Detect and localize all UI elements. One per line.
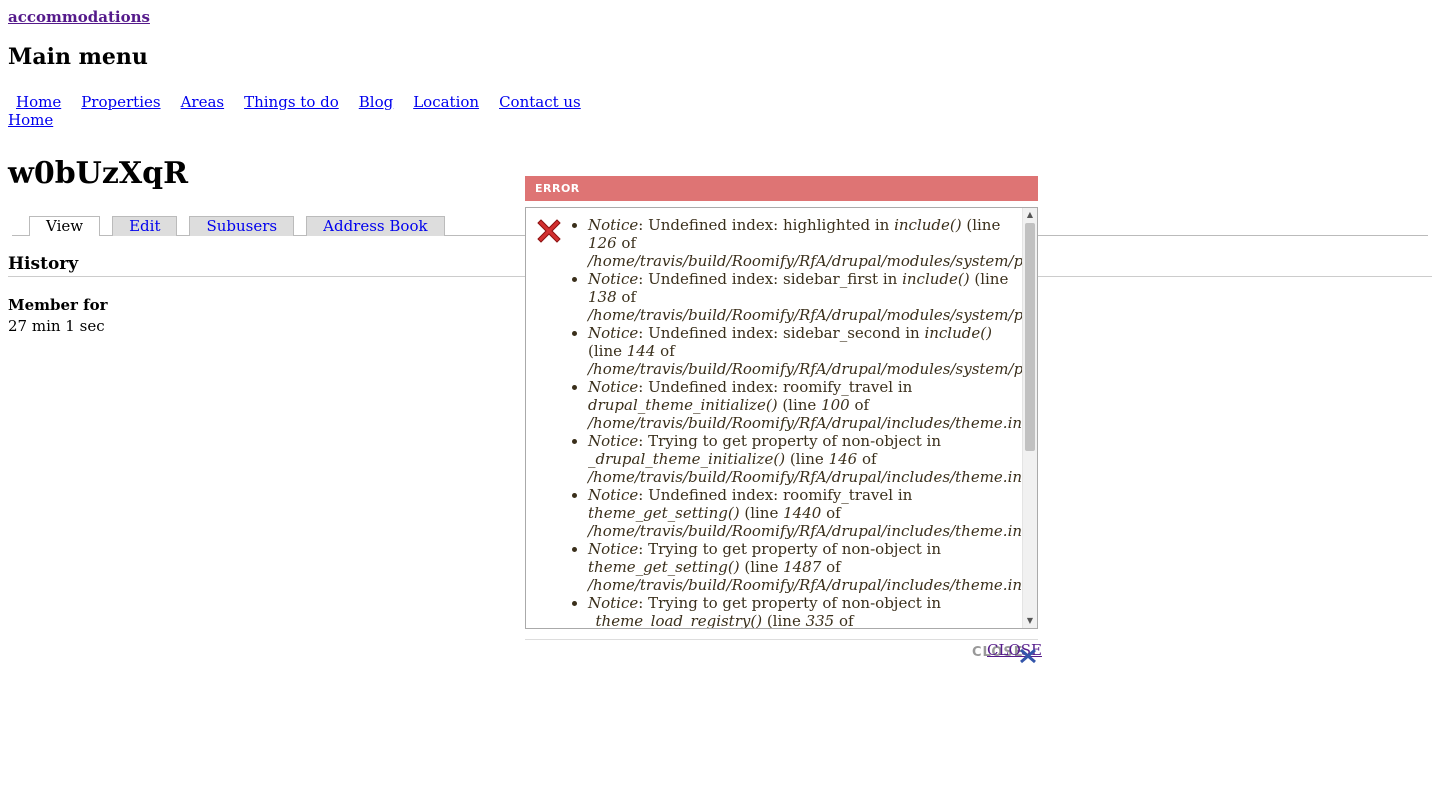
error-x-icon bbox=[537, 219, 561, 243]
message-path: /home/travis/build/Roomify/RfA/drupal/mo… bbox=[588, 360, 1038, 378]
message-type: Notice bbox=[588, 270, 639, 288]
message-path: /home/travis/build/Roomify/RfA/drupal/in… bbox=[588, 468, 1031, 486]
message-of: of bbox=[834, 612, 854, 629]
message-line-number: 126 bbox=[588, 234, 617, 252]
error-message-item: Notice: Trying to get property of non-ob… bbox=[588, 540, 1037, 594]
message-line-prefix: (line bbox=[588, 342, 627, 360]
dialog-footer-divider bbox=[525, 639, 1038, 640]
menu-item-contact-us[interactable]: Contact us bbox=[499, 93, 581, 111]
message-of: of bbox=[655, 342, 675, 360]
menu-item-home[interactable]: Home bbox=[16, 93, 61, 111]
message-text: : Trying to get property of non-object i… bbox=[638, 540, 941, 558]
message-text: : Undefined index: sidebar_second in bbox=[638, 324, 925, 342]
message-line-prefix: (line bbox=[777, 396, 822, 414]
member-for-value: 27 min 1 sec bbox=[8, 317, 105, 335]
tab-edit[interactable]: Edit bbox=[112, 216, 178, 236]
message-function: drupal_theme_initialize() bbox=[588, 396, 778, 414]
error-dialog-body[interactable]: Notice: Undefined index: highlighted in … bbox=[525, 207, 1038, 629]
message-type: Notice bbox=[588, 378, 639, 396]
member-for-label: Member for bbox=[8, 296, 108, 314]
message-type: Notice bbox=[588, 432, 639, 450]
scroll-down-arrow-icon[interactable]: ▼ bbox=[1023, 614, 1037, 628]
message-line-prefix: (line bbox=[762, 612, 806, 629]
message-line-number: 100 bbox=[821, 396, 850, 414]
menu-item-properties[interactable]: Properties bbox=[81, 93, 160, 111]
error-message-item: Notice: Undefined index: roomify_travel … bbox=[588, 378, 1037, 432]
error-message-item: Notice: Undefined index: highlighted in … bbox=[588, 216, 1037, 270]
scroll-up-arrow-icon[interactable]: ▲ bbox=[1023, 208, 1037, 222]
error-message-list: Notice: Undefined index: highlighted in … bbox=[570, 216, 1037, 629]
message-line-prefix: (line bbox=[739, 504, 784, 522]
message-type: Notice bbox=[588, 324, 639, 342]
message-line-prefix: (line bbox=[739, 558, 784, 576]
menu-item-things-to-do[interactable]: Things to do bbox=[244, 93, 339, 111]
error-message-item: Notice: Undefined index: sidebar_second … bbox=[588, 324, 1037, 378]
error-message-item: Notice: Trying to get property of non-ob… bbox=[588, 594, 1016, 629]
message-type: Notice bbox=[588, 486, 639, 504]
history-heading: History bbox=[8, 254, 79, 274]
message-of: of bbox=[821, 504, 841, 522]
message-text: : Undefined index: roomify_travel in bbox=[638, 486, 913, 504]
message-path: /home/travis/build/Roomify/RfA/drupal/in… bbox=[588, 522, 1031, 540]
message-line-prefix: (line bbox=[961, 216, 1001, 234]
message-path: /home/travis/build/Roomify/RfA/drupal/in… bbox=[588, 576, 1031, 594]
message-function: _theme_load_registry() bbox=[588, 612, 763, 629]
close-x-icon[interactable] bbox=[1018, 648, 1038, 664]
message-text: : Trying to get property of non-object i… bbox=[638, 594, 941, 612]
message-type: Notice bbox=[588, 594, 639, 612]
message-line-number: 138 bbox=[588, 288, 617, 306]
message-type: Notice bbox=[588, 540, 639, 558]
message-text: : Undefined index: sidebar_first in bbox=[638, 270, 903, 288]
message-line-prefix: (line bbox=[785, 450, 829, 468]
message-line-number: 335 bbox=[805, 612, 835, 629]
error-dialog-title: ERROR bbox=[525, 176, 1038, 201]
main-menu-heading: Main menu bbox=[8, 44, 148, 70]
message-path: /home/travis/build/Roomify/RfA/drupal/mo… bbox=[588, 252, 1038, 270]
message-function: include() bbox=[894, 216, 962, 234]
message-type: Notice bbox=[588, 216, 639, 234]
error-message-item: Notice: Trying to get property of non-ob… bbox=[588, 432, 1037, 486]
message-of: of bbox=[849, 396, 870, 414]
dialog-scrollbar[interactable]: ▲ ▼ bbox=[1022, 208, 1037, 628]
user-tabs: View Edit Subusers Address Book bbox=[29, 216, 457, 236]
error-message-item: Notice: Undefined index: roomify_travel … bbox=[588, 486, 1037, 540]
message-function: theme_get_setting() bbox=[588, 504, 740, 522]
message-text: : Undefined index: roomify_travel in bbox=[638, 378, 913, 396]
site-name-link[interactable]: accommodations bbox=[8, 8, 150, 26]
message-of: of bbox=[616, 234, 636, 252]
menu-item-location[interactable]: Location bbox=[413, 93, 479, 111]
message-text: : Trying to get property of non-object i… bbox=[638, 432, 941, 450]
scrollbar-thumb[interactable] bbox=[1025, 223, 1035, 451]
tab-address-book[interactable]: Address Book bbox=[306, 216, 445, 236]
tab-subusers[interactable]: Subusers bbox=[189, 216, 295, 236]
message-line-prefix: (line bbox=[969, 270, 1009, 288]
message-function: _drupal_theme_initialize() bbox=[588, 450, 786, 468]
message-of: of bbox=[616, 288, 636, 306]
close-button[interactable]: CLOSE CLOSE bbox=[972, 641, 1042, 660]
menu-item-blog[interactable]: Blog bbox=[359, 93, 393, 111]
menu-item-areas[interactable]: Areas bbox=[181, 93, 225, 111]
message-of: of bbox=[821, 558, 841, 576]
message-path: /home/travis/build/Roomify/RfA/drupal/in… bbox=[588, 414, 1031, 432]
message-of: of bbox=[857, 450, 877, 468]
page-title: w0bUzXqR bbox=[8, 156, 189, 191]
message-function: include() bbox=[924, 324, 992, 342]
message-line-number: 1440 bbox=[783, 504, 822, 522]
main-menu: Home Properties Areas Things to do Blog … bbox=[16, 93, 601, 111]
breadcrumb-home[interactable]: Home bbox=[8, 111, 53, 129]
message-line-number: 146 bbox=[828, 450, 858, 468]
tab-view[interactable]: View bbox=[29, 216, 101, 236]
message-text: : Undefined index: highlighted in bbox=[638, 216, 895, 234]
message-line-number: 1487 bbox=[783, 558, 822, 576]
message-function: include() bbox=[902, 270, 970, 288]
message-line-number: 144 bbox=[626, 342, 656, 360]
message-function: theme_get_setting() bbox=[588, 558, 740, 576]
message-path: /home/travis/build/Roomify/RfA/drupal/mo… bbox=[588, 306, 1038, 324]
error-message-item: Notice: Undefined index: sidebar_first i… bbox=[588, 270, 1037, 324]
